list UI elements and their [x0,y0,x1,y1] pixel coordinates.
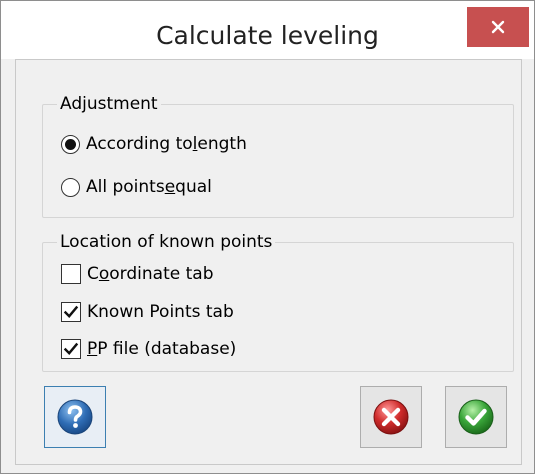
adjustment-legend: Adjustment [57,94,161,114]
checkbox-label-mnemonic: o [98,264,110,284]
dialog-body: Adjustment According to l ength All point… [15,59,522,465]
radio-label-before: All points [86,177,165,197]
close-button[interactable] [467,7,529,47]
radio-label-after: ength [197,134,247,154]
radio-button[interactable] [61,177,80,197]
checkmark-icon [63,305,79,318]
radio-according-to-length[interactable]: According to l ength [61,132,247,156]
checkbox-label-before: C [87,264,99,284]
cancel-button[interactable] [360,386,422,448]
checkmark-icon [63,342,79,355]
ok-button[interactable] [445,386,507,448]
dialog-title: Calculate leveling [156,21,379,50]
checkbox[interactable] [61,339,81,359]
checkbox-label: Known Points tab [87,302,234,322]
cancel-x-icon [373,399,409,435]
radio-label-after: qual [175,177,212,197]
close-icon [491,20,505,34]
known-points-group: Location of known points Co ordinate tab … [42,232,514,372]
radio-label-mnemonic: e [164,177,176,197]
radio-selected-dot [65,138,76,150]
checkbox-label-mnemonic: P [87,339,98,359]
adjustment-group: Adjustment According to l ength All point… [42,94,514,218]
radio-button[interactable] [61,134,80,154]
checkbox-label-after: ordinate tab [109,264,214,284]
dialog-window: Calculate leveling Adjustment According … [0,0,535,474]
title-bar[interactable]: Calculate leveling [1,1,534,59]
help-button[interactable] [44,386,106,448]
checkbox-pp-file[interactable]: PP file (database) [61,337,236,361]
checkbox[interactable] [61,302,81,322]
known-points-legend: Location of known points [57,232,276,252]
checkbox-known-points-tab[interactable]: Known Points tab [61,300,234,324]
radio-label-before: According to [86,134,193,154]
question-icon [57,399,93,435]
checkbox-coordinate-tab[interactable]: Co ordinate tab [61,262,213,286]
checkbox-label-after: P file (database) [97,339,237,359]
radio-all-points-equal[interactable]: All points e qual [61,175,212,199]
checkbox[interactable] [61,264,81,284]
ok-check-icon [458,399,494,435]
